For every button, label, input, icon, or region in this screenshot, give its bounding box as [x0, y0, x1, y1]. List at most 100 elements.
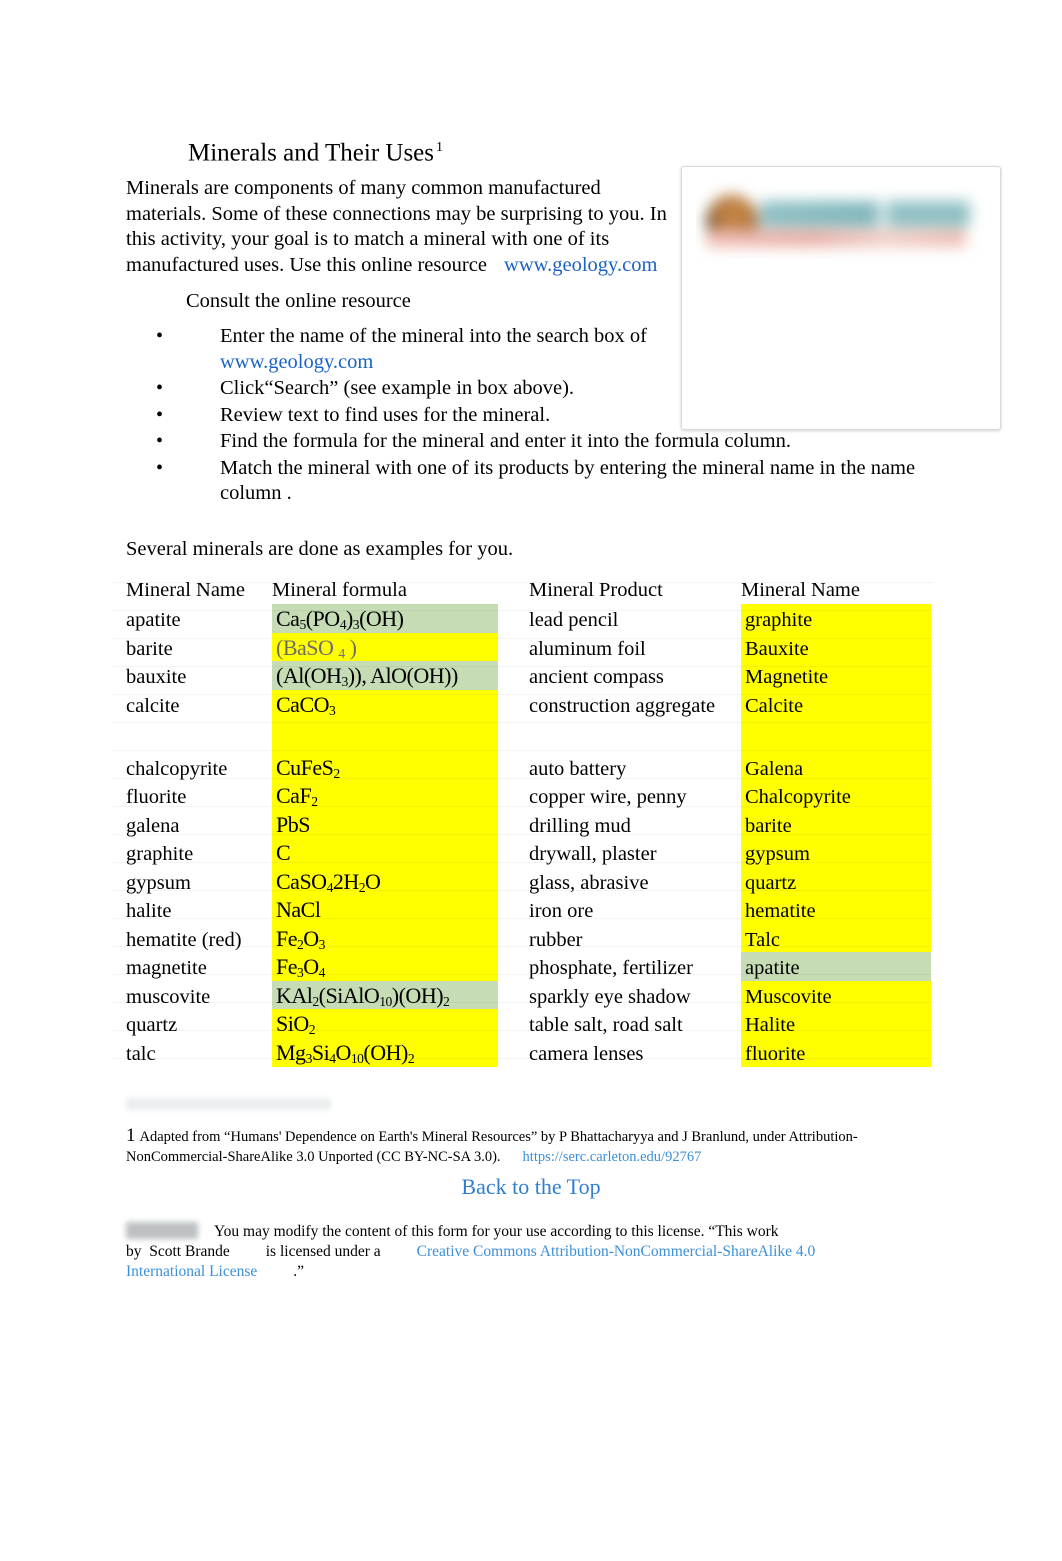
- bullet-icon: •: [156, 377, 164, 399]
- bullet-icon: •: [156, 325, 164, 347]
- table-cell-mineral-name: hematite (red): [126, 928, 242, 951]
- table-cell-mineral-name-2: apatite: [745, 957, 800, 979]
- table-cell-product: ancient compass: [529, 666, 664, 688]
- table-cell-mineral-name-2: Halite: [745, 1014, 796, 1036]
- list-item-text: Enter the name of the mineral into the s…: [220, 325, 647, 347]
- table-cell-formula: CaSO42H2O: [276, 868, 381, 895]
- license-mid: is licensed under a: [265, 1243, 381, 1260]
- column-header-mineral-product: Mineral Product: [529, 579, 663, 601]
- table-cell-formula: Fe2O3: [276, 925, 326, 952]
- footnote: 1 Adapted from “Humans' Dependence on Ear…: [126, 1126, 916, 1167]
- bullet-icon: •: [156, 430, 164, 452]
- table-cell-mineral-name: bauxite: [126, 666, 187, 688]
- table-cell-product: rubber: [529, 928, 583, 951]
- table-cell-formula: CuFeS2: [276, 754, 340, 781]
- back-to-top-link-wrap: Back to the Top: [0, 1174, 1062, 1200]
- creative-commons-badge-icon: [126, 1222, 198, 1239]
- title-footnote-marker: 1: [436, 140, 444, 155]
- serc-carleton-link[interactable]: https://serc.carleton.edu/92767: [523, 1149, 702, 1165]
- scanline: [111, 750, 934, 751]
- table-cell-product: camera lenses: [529, 1042, 644, 1065]
- table-cell-mineral-name-2: Galena: [745, 757, 804, 780]
- table-cell-mineral-name-2: Chalcopyrite: [745, 786, 851, 808]
- footnote-separator: [126, 1098, 331, 1110]
- license-by-label: by: [126, 1243, 142, 1260]
- table-cell-formula: (Al(OH3)), AlO(OH)): [276, 663, 458, 689]
- table-cell-product: table salt, road salt: [529, 1014, 683, 1036]
- table-cell-mineral-name-2: fluorite: [745, 1042, 806, 1065]
- footnote-text: Adapted from “Humans' Dependence on Eart…: [126, 1129, 858, 1165]
- column-header-mineral-formula: Mineral formula: [272, 579, 407, 601]
- table-cell-mineral-name: gypsum: [126, 871, 191, 894]
- page-title: Minerals and Their Uses 1: [188, 133, 443, 168]
- table-cell-product: lead pencil: [529, 609, 619, 631]
- list-item: • Click“Search” (see example in box abov…: [150, 376, 940, 402]
- footnote-number: 1: [126, 1125, 136, 1146]
- minerals-table: Mineral Name Mineral formula Mineral Produ…: [111, 568, 934, 1068]
- list-item: • Find the formula for the mineral and e…: [150, 429, 940, 455]
- list-item-text: Review text to find uses for the mineral…: [220, 403, 551, 426]
- table-cell-mineral-name: barite: [126, 637, 173, 660]
- bullet-icon: •: [156, 403, 164, 426]
- table-cell-product: phosphate, fertilizer: [529, 957, 693, 979]
- table-cell-mineral-name-2: Calcite: [745, 694, 804, 717]
- table-cell-formula: NaCl: [276, 897, 321, 922]
- instruction-list: • Enter the name of the mineral into the…: [150, 324, 940, 508]
- table-cell-mineral-name: muscovite: [126, 985, 211, 1008]
- table-cell-product: aluminum foil: [529, 637, 646, 660]
- table-cell-formula: PbS: [276, 811, 310, 837]
- table-cell-mineral-name: calcite: [126, 694, 180, 717]
- geology-link-intro[interactable]: www.geology.com: [504, 254, 657, 276]
- table-cell-formula: Mg3Si4O10(OH)2: [276, 1039, 415, 1066]
- list-item: • Review text to find uses for the miner…: [150, 403, 940, 429]
- list-item: • Enter the name of the mineral into the…: [150, 324, 940, 375]
- back-to-top-link[interactable]: Back to the Top: [461, 1174, 600, 1199]
- table-cell-mineral-name-2: Talc: [745, 928, 780, 951]
- table-cell-mineral-name-2: gypsum: [745, 843, 810, 865]
- table-cell-mineral-name-2: graphite: [745, 609, 813, 631]
- document-page: Minerals and Their Uses 1 Minerals are co…: [0, 0, 1062, 1561]
- table-cell-mineral-name: magnetite: [126, 957, 207, 979]
- logo-tagline: [706, 229, 966, 247]
- cc-license-link-part1[interactable]: Creative Commons Attribution-NonCommerci…: [417, 1243, 816, 1260]
- table-cell-mineral-name-2: Bauxite: [745, 637, 809, 660]
- table-cell-mineral-name-2: hematite: [745, 900, 816, 922]
- bullet-icon: •: [156, 456, 164, 479]
- geology-link-bullet[interactable]: www.geology.com: [220, 351, 373, 373]
- license-line1: You may modify the content of this form …: [214, 1223, 779, 1240]
- table-cell-product: auto battery: [529, 757, 627, 780]
- table-cell-product: iron ore: [529, 900, 594, 922]
- table-cell-mineral-name-2: Muscovite: [745, 985, 832, 1008]
- geology-logo-icon: [698, 187, 978, 267]
- table-cell-formula: CaCO3: [276, 691, 336, 718]
- table-cell-mineral-name-2: quartz: [745, 871, 797, 894]
- table-cell-mineral-name: graphite: [126, 843, 194, 865]
- table-cell-product: copper wire, penny: [529, 786, 687, 808]
- table-cell-formula: SiO2: [276, 1011, 316, 1037]
- list-item: • Match the mineral with one of its prod…: [150, 456, 940, 507]
- table-cell-product: construction aggregate: [529, 694, 716, 717]
- table-cell-mineral-name-2: Magnetite: [745, 666, 829, 688]
- scanline: [111, 722, 934, 723]
- table-cell-mineral-name: apatite: [126, 609, 181, 631]
- table-cell-product: drilling mud: [529, 814, 631, 837]
- list-item-text: Click“Search” (see example in box above)…: [220, 377, 575, 399]
- table-cell-mineral-name: quartz: [126, 1014, 178, 1036]
- column-header-mineral-name-2: Mineral Name: [741, 579, 860, 601]
- list-item-text: Find the formula for the mineral and ent…: [220, 430, 791, 452]
- table-cell-mineral-name: galena: [126, 814, 180, 837]
- table-cell-mineral-name: halite: [126, 900, 172, 922]
- license-block: You may modify the content of this form …: [126, 1222, 916, 1282]
- table-cell-formula: Ca5(PO4)3(OH): [276, 606, 404, 632]
- cc-license-link-part2[interactable]: International License: [126, 1263, 257, 1280]
- logo-wordmark: [760, 201, 970, 227]
- table-cell-formula: Fe3O4: [276, 954, 326, 980]
- table-cell-formula: C: [276, 840, 291, 865]
- table-cell-mineral-name: fluorite: [126, 786, 187, 808]
- table-cell-product: glass, abrasive: [529, 871, 649, 894]
- table-cell-formula: CaF2: [276, 783, 318, 809]
- table-cell-mineral-name: talc: [126, 1042, 156, 1065]
- page-title-text: Minerals and Their Uses: [188, 139, 435, 167]
- license-closing: .”: [293, 1263, 305, 1280]
- consult-heading: Consult the online resource: [186, 290, 411, 312]
